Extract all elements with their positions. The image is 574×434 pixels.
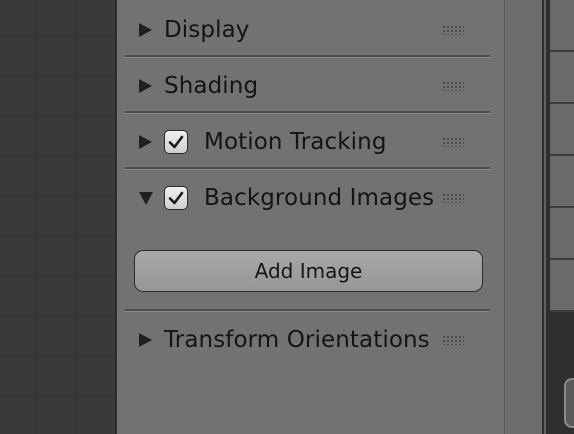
triangle-right-icon[interactable]: [139, 135, 152, 149]
panel-shading[interactable]: Shading: [125, 58, 490, 114]
right-editor-area: [542, 0, 574, 434]
panel-display[interactable]: Display: [125, 2, 490, 58]
properties-panel: Display Shading Motion Tracking Backgrou…: [117, 0, 504, 434]
drag-grip-icon[interactable]: [442, 335, 464, 345]
triangle-right-icon[interactable]: [139, 79, 152, 93]
region-divider[interactable]: [504, 0, 543, 434]
background-images-checkbox[interactable]: [164, 186, 188, 210]
checkbox-check-icon: [168, 191, 184, 205]
drag-grip-icon[interactable]: [442, 81, 464, 91]
panel-display-label: Display: [164, 17, 250, 43]
right-panel-button[interactable]: [564, 378, 574, 428]
right-panel-row: [550, 260, 574, 312]
triangle-right-icon[interactable]: [139, 333, 152, 347]
panel-motion-tracking[interactable]: Motion Tracking: [125, 114, 490, 170]
right-panel-row: [550, 104, 574, 156]
drag-grip-icon[interactable]: [442, 193, 464, 203]
checkbox-check-icon: [168, 135, 184, 149]
right-panel-row: [550, 208, 574, 260]
drag-grip-icon[interactable]: [442, 25, 464, 35]
right-panel-row: [550, 156, 574, 208]
right-panel-row: [550, 0, 574, 52]
background-images-bottom: [125, 256, 490, 312]
panel-background-images[interactable]: Background Images: [125, 170, 490, 226]
motion-tracking-checkbox[interactable]: [164, 130, 188, 154]
drag-grip-icon[interactable]: [442, 137, 464, 147]
triangle-down-icon[interactable]: [139, 191, 153, 205]
panel-transform-orientations[interactable]: Transform Orientations: [125, 312, 490, 368]
panel-shading-label: Shading: [164, 73, 259, 99]
panel-motion-tracking-label: Motion Tracking: [204, 129, 387, 155]
divider: [544, 0, 546, 434]
panel-background-images-label: Background Images: [204, 185, 435, 211]
triangle-right-icon[interactable]: [139, 23, 152, 37]
3d-viewport-area[interactable]: [0, 0, 117, 434]
right-panel-row: [550, 52, 574, 104]
panel-transform-orientations-label: Transform Orientations: [164, 327, 430, 353]
